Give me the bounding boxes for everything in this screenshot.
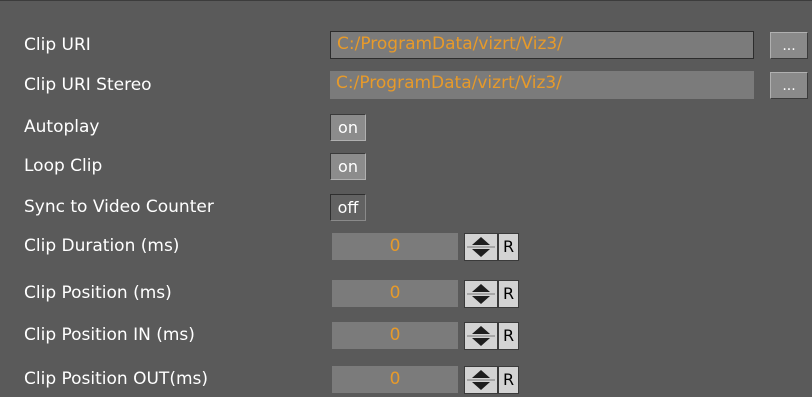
clip-uri-stereo-field[interactable]: C:/ProgramData/vizrt/Viz3/ [330,71,754,99]
loop-clip-label: Loop Clip [24,156,103,176]
clip-uri-stereo-browse-button[interactable]: ... [770,72,808,99]
clip-duration-row: Clip Duration (ms) 0 R [0,230,812,263]
clip-position-in-label: Clip Position IN (ms) [24,325,195,345]
clip-position-in-reset-button[interactable]: R [498,322,519,350]
autoplay-row: Autoplay on [0,111,812,144]
autoplay-toggle[interactable]: on [330,114,366,141]
clip-position-field[interactable]: 0 [332,280,458,307]
loop-clip-row: Loop Clip on [0,150,812,183]
sync-video-counter-toggle[interactable]: off [330,194,366,221]
clip-duration-label: Clip Duration (ms) [24,236,180,256]
clip-duration-reset-button[interactable]: R [498,233,519,261]
clip-position-out-spinner-icon[interactable] [464,366,498,394]
clip-duration-field[interactable]: 0 [332,233,458,260]
clip-position-in-spinner-icon[interactable] [464,322,498,350]
clip-uri-field[interactable]: C:/ProgramData/vizrt/Viz3/ [330,31,754,59]
clip-uri-stereo-row: Clip URI Stereo C:/ProgramData/vizrt/Viz… [0,71,812,104]
clip-position-out-field[interactable]: 0 [332,366,458,393]
clip-position-in-row: Clip Position IN (ms) 0 R [0,319,812,352]
clip-uri-row: Clip URI C:/ProgramData/vizrt/Viz3/ ... [0,29,812,62]
clip-duration-spinner-icon[interactable] [464,233,498,261]
clip-position-reset-button[interactable]: R [498,280,519,308]
clip-uri-browse-button[interactable]: ... [770,32,808,59]
autoplay-label: Autoplay [24,117,100,137]
clip-position-row: Clip Position (ms) 0 R [0,277,812,310]
clip-uri-label: Clip URI [24,35,91,55]
clip-uri-stereo-label: Clip URI Stereo [24,75,152,95]
clip-position-out-reset-button[interactable]: R [498,366,519,394]
clip-position-out-row: Clip Position OUT(ms) 0 R [0,363,812,396]
sync-video-counter-label: Sync to Video Counter [24,197,214,217]
sync-video-counter-row: Sync to Video Counter off [0,191,812,224]
loop-clip-toggle[interactable]: on [330,153,366,180]
clip-properties-panel: Clip URI C:/ProgramData/vizrt/Viz3/ ... … [0,0,812,397]
clip-position-spinner-icon[interactable] [464,280,498,308]
clip-position-out-label: Clip Position OUT(ms) [24,369,208,389]
clip-position-in-field[interactable]: 0 [332,322,458,349]
clip-position-label: Clip Position (ms) [24,283,172,303]
